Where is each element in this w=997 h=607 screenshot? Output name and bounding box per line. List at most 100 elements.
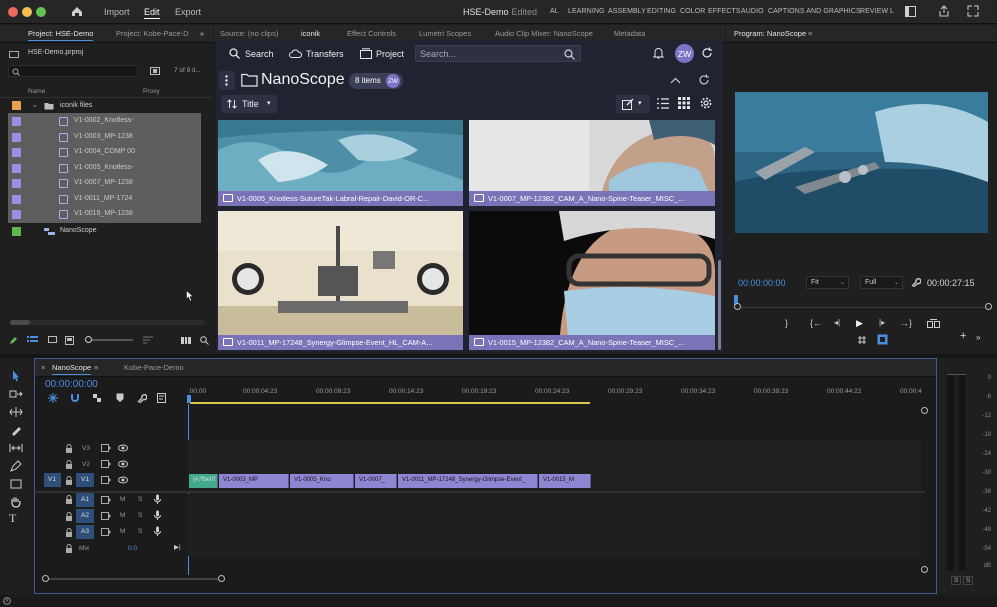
mute-button[interactable]: M (120, 512, 125, 519)
razor-tool-icon[interactable] (9, 424, 23, 436)
pen-tool-icon[interactable] (9, 460, 23, 472)
tab-metadata[interactable]: Metadata (614, 29, 645, 38)
wrench-icon[interactable] (911, 277, 921, 287)
search-icon[interactable] (229, 48, 240, 59)
tab-project-kobe[interactable]: Project: Kobe-Pace-D (116, 29, 189, 38)
clip-thumbnail[interactable]: V1-0007_MP-12382_CAM_A_Nano-Spine-Teaser… (469, 120, 715, 206)
sort-dropdown[interactable]: Title ▾ (221, 95, 277, 113)
workspace-assembly[interactable]: ASSEMBLY (608, 8, 646, 15)
track-select-icon[interactable] (9, 388, 23, 400)
nav-search[interactable]: Search (245, 49, 274, 59)
mix-value[interactable]: 0.0 (128, 545, 137, 552)
track-a3[interactable]: A3 (76, 525, 94, 539)
list-item[interactable]: V1-0011_MP-1724 (8, 192, 201, 208)
horizontal-scrollbar[interactable] (10, 320, 205, 325)
track-a1[interactable]: A1 (76, 493, 94, 507)
workspace-effects[interactable]: EFFECTS (708, 8, 741, 15)
tab-audio-clip-mixer[interactable]: Audio Clip Mixer: NanoScope (495, 29, 593, 38)
panel-toggle-icon[interactable] (905, 6, 916, 17)
lock-icon[interactable] (65, 528, 73, 537)
track-v3[interactable]: V3 (82, 445, 90, 452)
sync-lock-icon[interactable] (101, 528, 111, 536)
nav-project[interactable]: Project (376, 49, 404, 59)
snap-magnet-icon[interactable] (70, 393, 80, 403)
solo-button[interactable]: S (138, 496, 142, 503)
bell-icon[interactable] (653, 47, 664, 59)
sequence-name[interactable]: NanoScope (60, 227, 97, 234)
pencil-icon[interactable] (9, 336, 18, 345)
audio-tracks-area[interactable] (188, 494, 921, 556)
vertical-scrollbar[interactable] (718, 260, 721, 350)
list-view-icon[interactable] (27, 336, 38, 345)
chevron-up-icon[interactable] (670, 77, 681, 84)
tab-project-hse[interactable]: Project: HSE-Demo (28, 29, 94, 41)
clip-thumbnail[interactable]: V1-0015_MP-12382_CAM_A_Nano-Spine-Teaser… (469, 211, 715, 350)
list-item[interactable]: V1-0005_Knotless- (8, 161, 201, 177)
timeline-clip[interactable]: V1-0005_Kno (290, 474, 354, 488)
zoom-slider[interactable] (85, 336, 133, 343)
tab-program[interactable]: Program: NanoScope (734, 29, 806, 38)
menu-import[interactable]: Import (104, 7, 130, 17)
tab-sequence-kobe[interactable]: Kobe-Pace-Demo (124, 363, 184, 372)
comparison-view-icon[interactable] (857, 335, 867, 345)
timeline-timecode[interactable]: 00:00:00:00 (45, 379, 98, 390)
hand-tool-icon[interactable] (9, 496, 23, 508)
workspace-audio[interactable]: AUDIO (741, 8, 764, 15)
more-tabs-icon[interactable]: » (200, 29, 204, 38)
selection-tool-icon[interactable] (9, 370, 23, 382)
timeline-clip[interactable]: V1-0007_ (355, 474, 397, 488)
folder-name[interactable]: iconik files (60, 102, 92, 109)
iconik-search-input[interactable]: Search... (415, 45, 581, 62)
vscroll-handle-bottom[interactable] (921, 566, 928, 573)
menu-export[interactable]: Export (175, 7, 201, 17)
share-icon[interactable] (938, 5, 950, 17)
track-v2[interactable]: V2 (82, 461, 90, 468)
chevron-down-icon[interactable]: ⌄ (32, 101, 38, 109)
solo-button[interactable]: S (138, 528, 142, 535)
list-item[interactable]: V1-0007_MP-1238 (8, 176, 201, 192)
nest-icon[interactable] (48, 393, 58, 403)
project-icon[interactable] (360, 48, 372, 59)
zoom-handle-right[interactable] (985, 303, 992, 310)
caption-track-icon[interactable] (157, 393, 166, 403)
av-divider[interactable] (35, 491, 925, 493)
timeline-clip[interactable]: V1-0015_M (539, 474, 591, 488)
cloud-icon[interactable] (289, 49, 302, 58)
sync-lock-icon[interactable] (101, 476, 111, 484)
export-frame-icon[interactable] (927, 319, 940, 328)
workspace-l[interactable]: L (890, 8, 894, 15)
source-patch-v1[interactable]: V1 (44, 473, 61, 487)
multi-camera-icon[interactable] (877, 334, 888, 345)
timeline-zoom-scrollbar[interactable] (45, 578, 225, 580)
track-v1[interactable]: V1 (76, 473, 94, 487)
sync-lock-icon[interactable] (101, 496, 111, 504)
lock-icon[interactable] (65, 444, 73, 453)
lock-icon[interactable] (65, 460, 73, 469)
lock-icon[interactable] (65, 495, 73, 504)
quality-dropdown[interactable]: Full ⌄ (860, 276, 903, 289)
solo-left-button[interactable]: S (951, 576, 962, 585)
go-to-end-icon[interactable]: ▶| (174, 543, 181, 551)
workspace-review[interactable]: REVIEW (860, 8, 888, 15)
play-icon[interactable]: ▶ (856, 318, 863, 329)
eye-icon[interactable] (118, 460, 128, 468)
step-back-icon[interactable]: ◂| (834, 318, 840, 327)
tab-sequence-nanoscope[interactable]: NanoScope (52, 363, 92, 375)
type-tool-icon[interactable]: T (9, 511, 23, 525)
lock-icon[interactable] (65, 476, 73, 485)
workspace-editing[interactable]: EDITING (647, 8, 676, 15)
menu-edit[interactable]: Edit (144, 7, 160, 19)
microphone-icon[interactable] (154, 526, 161, 536)
workspace-al[interactable]: AL (550, 8, 559, 15)
list-item[interactable]: V1-0015_MP-1238 (8, 207, 201, 223)
microphone-icon[interactable] (154, 494, 161, 504)
add-marker-icon[interactable] (116, 393, 124, 403)
workspace-captions[interactable]: CAPTIONS AND GRAPHICS (768, 8, 861, 15)
nav-transfers[interactable]: Transfers (306, 49, 344, 59)
close-window-button[interactable] (8, 7, 18, 17)
close-sequence-icon[interactable]: × (41, 363, 45, 372)
avatar[interactable]: ZW (675, 44, 694, 63)
sequence-menu-icon[interactable]: ≡ (94, 363, 98, 372)
solo-right-button[interactable]: S (963, 576, 974, 585)
refresh-icon[interactable] (701, 47, 713, 59)
